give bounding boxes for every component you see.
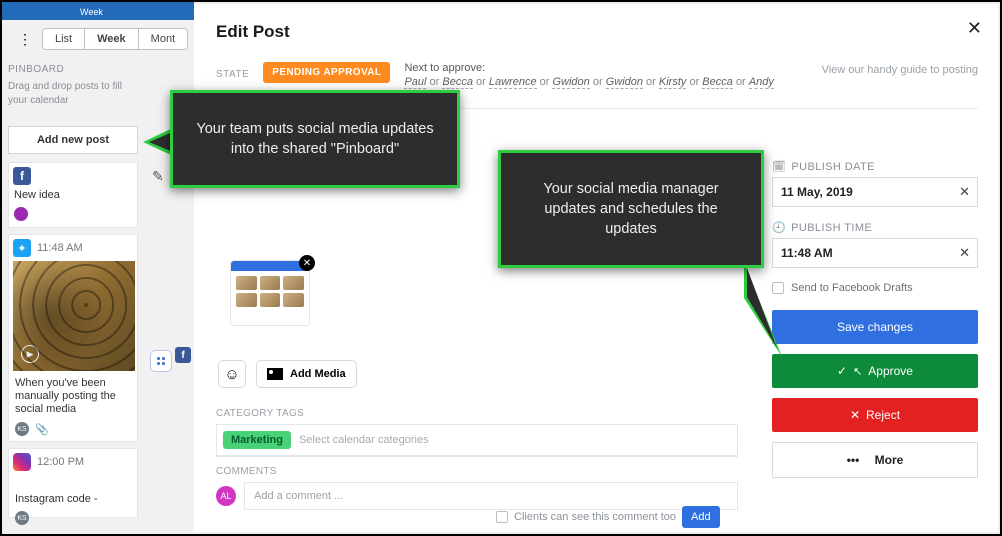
clear-date-icon[interactable]: ✕ — [959, 184, 970, 200]
pinboard-hint: Drag and drop posts to fill your calenda… — [8, 80, 138, 108]
twitter-icon: ✦ — [13, 239, 31, 257]
more-button[interactable]: ••• More — [772, 442, 978, 478]
reject-label: Reject — [866, 408, 900, 422]
reject-button[interactable]: ✕ Reject — [772, 398, 978, 432]
image-icon — [267, 368, 283, 380]
publish-date-label: PUBLISH DATE — [791, 161, 874, 173]
instagram-icon — [13, 453, 31, 471]
calendar-icon: 🗓 — [772, 160, 786, 173]
calendar-sidebar: Week ⋮ List Week Mont PINBOARD Drag and … — [2, 2, 194, 534]
card-thumbnail: ▶ — [13, 261, 135, 371]
media-thumbnail[interactable]: ✕ — [230, 260, 310, 326]
drag-handle-icon[interactable] — [150, 350, 172, 372]
modal-title: Edit Post — [216, 22, 290, 42]
card-caption: When you've been manually posting the so… — [15, 377, 131, 416]
avatar: KS — [15, 422, 29, 436]
pinboard-card[interactable]: ✦ 11:48 AM ▶ When you've been manually p… — [8, 234, 138, 442]
edit-post-modal: Edit Post ✕ STATE PENDING APPROVAL Next … — [194, 4, 998, 532]
add-new-post-button[interactable]: Add new post — [8, 126, 138, 154]
publish-time-label: PUBLISH TIME — [791, 222, 872, 234]
close-icon[interactable]: ✕ — [967, 18, 982, 39]
category-label: CATEGORY TAGS — [216, 408, 304, 419]
play-icon[interactable]: ▶ — [21, 345, 39, 363]
clients-visible-checkbox[interactable] — [496, 511, 508, 523]
approve-label: Approve — [868, 364, 913, 378]
callout-pinboard: Your team puts social media updates into… — [170, 90, 460, 188]
top-nav-week[interactable]: Week — [80, 7, 103, 17]
callout-manager: Your social media manager updates and sc… — [498, 150, 764, 268]
clock-icon: 🕘 — [772, 221, 786, 234]
clients-visible-label: Clients can see this comment too — [514, 511, 676, 523]
publish-date-input[interactable]: 11 May, 2019 — [772, 177, 978, 207]
add-media-label: Add Media — [290, 368, 346, 380]
category-placeholder: Select calendar categories — [299, 434, 429, 446]
card-time: 12:00 PM — [37, 456, 84, 468]
add-comment-button[interactable]: Add — [682, 506, 720, 528]
state-badge: PENDING APPROVAL — [263, 62, 390, 83]
clear-time-icon[interactable]: ✕ — [959, 245, 970, 261]
pinboard-card[interactable]: 12:00 PM Instagram code - KS — [8, 448, 138, 518]
facebook-icon: f — [13, 167, 31, 185]
view-segment: ⋮ List Week Mont — [14, 28, 188, 50]
category-tag[interactable]: Marketing — [223, 431, 291, 449]
state-label: STATE — [216, 69, 249, 80]
pinboard-header: PINBOARD — [8, 64, 64, 75]
comments-label: COMMENTS — [216, 466, 277, 477]
dots-icon: ••• — [847, 453, 860, 467]
seg-month[interactable]: Mont — [139, 29, 187, 49]
facebook-icon[interactable]: f — [175, 347, 191, 363]
check-icon: ✓ — [837, 364, 847, 378]
category-input[interactable]: Marketing Select calendar categories — [216, 424, 738, 457]
more-label: More — [875, 453, 904, 467]
fb-drafts-label: Send to Facebook Drafts — [791, 282, 913, 294]
avatar: AL — [216, 486, 236, 506]
approvers-block: Next to approve: Paul or Becca or Lawren… — [404, 62, 773, 88]
remove-media-icon[interactable]: ✕ — [299, 255, 315, 271]
seg-list[interactable]: List — [43, 29, 85, 49]
avatar — [14, 207, 28, 221]
edit-icon[interactable]: ✎ — [152, 168, 164, 185]
pinboard-card[interactable]: f New idea — [8, 162, 138, 228]
avatar: KS — [15, 511, 29, 525]
seg-week[interactable]: Week — [85, 29, 139, 49]
close-icon: ✕ — [850, 408, 860, 422]
add-media-button[interactable]: Add Media — [256, 360, 357, 388]
cursor-icon: ↖ — [853, 365, 862, 378]
emoji-picker-button[interactable]: ☺ — [218, 360, 246, 388]
more-menu-icon[interactable]: ⋮ — [14, 28, 36, 50]
attach-icon: 📎 — [35, 423, 49, 436]
card-time: 11:48 AM — [37, 242, 83, 254]
callout-pointer — [744, 262, 784, 362]
posting-guide-link[interactable]: View our handy guide to posting — [822, 64, 978, 76]
approvers-header: Next to approve: — [404, 62, 773, 74]
card-title: New idea — [14, 189, 137, 201]
card-title: Instagram code - — [15, 493, 131, 505]
top-nav-strip: Week — [2, 2, 194, 20]
